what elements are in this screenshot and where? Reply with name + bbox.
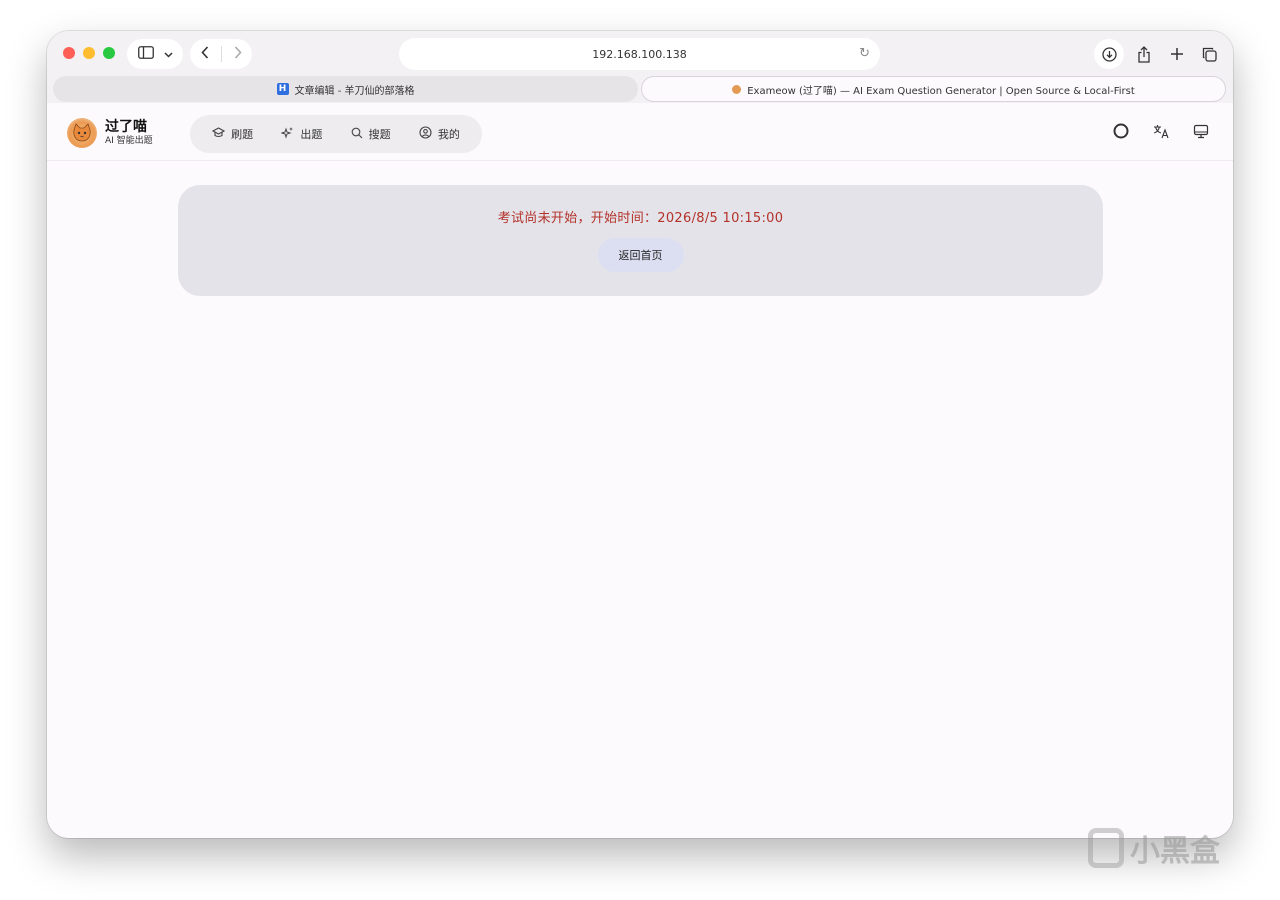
back-home-button[interactable]: 返回首页 [597,238,684,272]
monitor-icon[interactable] [1191,121,1211,141]
nav-generate[interactable]: 出题 [280,126,323,142]
main-nav: 刷题 出题 搜题 我的 [190,115,482,153]
history-nav [190,39,252,69]
address-bar[interactable]: 192.168.100.138 ↻ [399,38,880,70]
brand-title: 过了喵 [105,118,147,135]
watermark-text: 小黑盒 [1130,834,1220,869]
close-window-button[interactable] [63,47,75,59]
browser-window: 192.168.100.138 ↻ H 文章编辑 - 羊刀仙的部落格 Exame… [47,31,1233,838]
brand[interactable]: 过了喵 AI 智能出题 [67,118,153,148]
browser-toolbar: 192.168.100.138 ↻ [47,31,1233,75]
sidebar-icon [137,45,154,63]
zoom-window-button[interactable] [103,47,115,59]
reload-icon[interactable]: ↻ [859,46,870,61]
sparkles-icon [280,126,294,142]
heybox-logo-icon [1088,828,1124,868]
cat-logo-icon [67,118,97,148]
notice-message: 考试尚未开始，开始时间：2026/8/5 10:15:00 [497,211,784,226]
tab-label: Exameow (过了喵) — AI Exam Question Generat… [747,85,1135,97]
nav-search[interactable]: 搜题 [351,126,391,142]
downloads-icon[interactable] [1094,39,1124,69]
address-text: 192.168.100.138 [592,47,687,61]
back-icon[interactable] [200,45,209,63]
nav-label: 刷题 [231,128,254,141]
tab-overview-icon[interactable] [1196,39,1223,69]
brand-subtitle: AI 智能出题 [105,135,153,146]
tab-exameow[interactable]: Exameow (过了喵) — AI Exam Question Generat… [641,76,1226,102]
translate-icon[interactable] [1151,121,1171,141]
browser-actions [1094,39,1223,69]
nav-label: 搜题 [368,128,391,141]
tab-label: 文章编辑 - 羊刀仙的部落格 [294,85,415,97]
tab-article-editor[interactable]: H 文章编辑 - 羊刀仙的部落格 [53,76,638,102]
nav-label: 出题 [300,128,323,141]
github-icon[interactable] [1111,121,1131,141]
nav-practice[interactable]: 刷题 [211,126,254,142]
forward-icon[interactable] [234,45,242,63]
user-circle-icon [419,126,432,142]
minimize-window-button[interactable] [83,47,95,59]
header-actions [1111,121,1211,141]
chevron-down-icon [163,46,173,62]
exam-not-started-notice: 考试尚未开始，开始时间：2026/8/5 10:15:00 返回首页 [178,185,1103,296]
nav-label: 我的 [437,128,460,141]
search-icon [351,127,363,142]
new-tab-icon[interactable] [1163,39,1190,69]
app-header: 过了喵 AI 智能出题 刷题 出题 搜题 我的 [47,103,1233,161]
cat-favicon-icon [732,84,742,94]
web-page: 过了喵 AI 智能出题 刷题 出题 搜题 我的 考试尚未开始，开始时间：2026… [47,103,1233,838]
watermark: 小黑盒 [1088,826,1220,870]
graduation-cap-icon [211,126,226,142]
sidebar-toggle-button[interactable] [127,39,183,69]
share-icon[interactable] [1130,39,1157,69]
nav-profile[interactable]: 我的 [419,126,460,142]
window-controls [63,47,115,59]
tab-bar: H 文章编辑 - 羊刀仙的部落格 Exameow (过了喵) — AI Exam… [47,75,1233,103]
brand-text: 过了喵 AI 智能出题 [105,118,153,147]
site-favicon-icon: H [276,83,289,95]
divider [220,46,222,62]
